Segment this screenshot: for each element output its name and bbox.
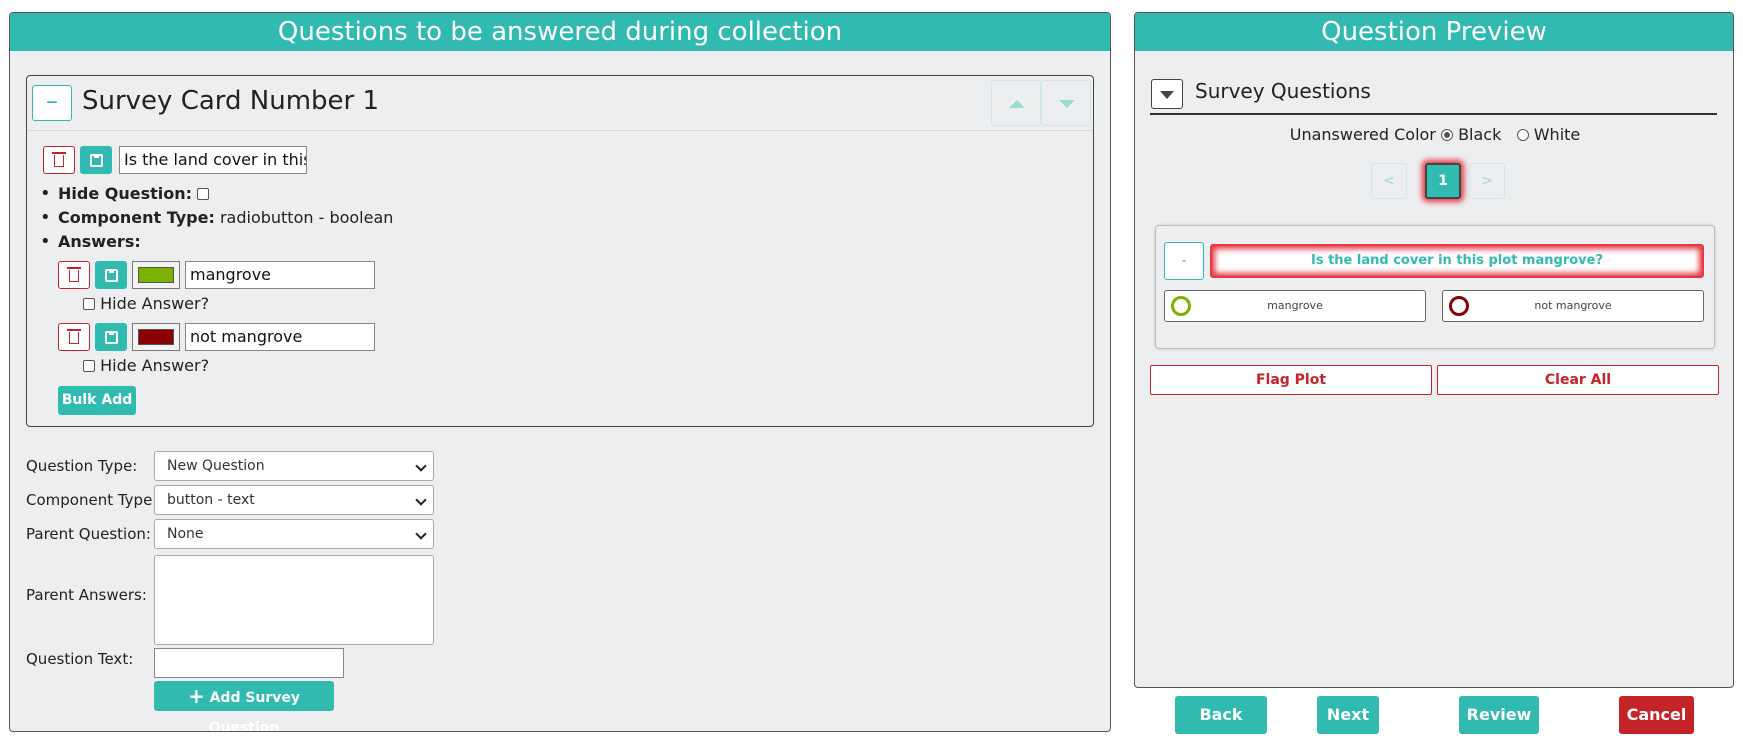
back-button[interactable]: Back — [1175, 696, 1267, 734]
question-type-value: New Question — [167, 458, 265, 474]
bulk-add-button[interactable]: Bulk Add — [58, 386, 136, 415]
answer-color-circle — [1449, 296, 1469, 316]
collapse-card-button[interactable]: – — [32, 85, 72, 121]
arrow-up-icon — [1009, 100, 1025, 108]
color-swatch-fill — [138, 329, 174, 345]
hide-answer-checkbox[interactable] — [83, 298, 95, 310]
survey-card: – Survey Card Number 1 Is the land cover… — [26, 75, 1094, 427]
survey-card-title: Survey Card Number 1 — [82, 86, 380, 116]
save-icon — [105, 269, 118, 282]
arrow-down-icon — [1059, 100, 1075, 108]
questions-panel: Questions to be answered during collecti… — [9, 12, 1111, 732]
parent-answers-label: Parent Answers: — [26, 586, 147, 604]
answer-button-not-mangrove[interactable]: not mangrove — [1442, 290, 1704, 322]
answer-color-picker[interactable] — [132, 323, 180, 351]
question-preview-header: Question Preview — [1135, 13, 1733, 51]
move-card-down-button[interactable] — [1041, 80, 1091, 126]
clear-all-button[interactable]: Clear All — [1437, 365, 1719, 395]
question-preview-card: - Is the land cover in this plot mangrov… — [1155, 225, 1715, 349]
save-question-button[interactable] — [80, 146, 112, 174]
delete-answer-button[interactable] — [58, 323, 90, 351]
trash-icon — [67, 267, 81, 282]
delete-question-button[interactable] — [43, 146, 75, 174]
parent-question-value: None — [167, 526, 204, 542]
unanswered-color-row: Unanswered Color Black White — [1135, 125, 1733, 144]
new-question-text-input[interactable] — [154, 648, 344, 678]
hide-question-row: Hide Question: — [40, 183, 210, 204]
add-survey-question-label: Add Survey Question — [208, 690, 301, 732]
component-type-select-value: button - text — [167, 492, 255, 508]
next-button[interactable]: Next — [1317, 696, 1379, 734]
component-type-value: radiobutton - boolean — [219, 208, 394, 227]
review-button[interactable]: Review — [1459, 696, 1539, 734]
hide-answer-row: Hide Answer? — [83, 356, 209, 375]
hide-answer-label: Hide Answer? — [100, 356, 210, 375]
question-text-form-label: Question Text: — [26, 650, 134, 668]
hide-answer-row: Hide Answer? — [83, 294, 209, 313]
white-radio-label: White — [1533, 125, 1581, 144]
question-text: Is the land cover in this plot mangrove? — [1210, 244, 1704, 278]
plus-icon: + — [187, 684, 205, 708]
black-radio-label: Black — [1458, 125, 1502, 144]
answer-button-label: mangrove — [1267, 299, 1323, 312]
chevron-down-icon — [415, 494, 427, 506]
question-type-select[interactable]: New Question — [154, 451, 434, 481]
questions-panel-header: Questions to be answered during collecti… — [10, 13, 1110, 51]
white-radio[interactable] — [1516, 129, 1529, 141]
parent-question-select[interactable]: None — [154, 519, 434, 549]
answer-color-circle — [1171, 296, 1191, 316]
save-icon — [90, 154, 103, 167]
answer-button-mangrove[interactable]: mangrove — [1164, 290, 1426, 322]
survey-card-header: – Survey Card Number 1 — [27, 76, 1093, 131]
next-question-button[interactable]: > — [1469, 163, 1505, 199]
question-page-1-button[interactable]: 1 — [1425, 163, 1461, 199]
parent-answers-list[interactable] — [154, 555, 434, 645]
component-type-label: Component Type: — [58, 208, 215, 227]
component-type-select[interactable]: button - text — [154, 485, 434, 515]
hide-answer-label: Hide Answer? — [100, 294, 210, 313]
hide-question-checkbox[interactable] — [197, 188, 210, 200]
component-type-row: Component Type: radiobutton - boolean — [40, 207, 394, 228]
add-survey-question-button[interactable]: + Add Survey Question — [154, 681, 334, 731]
delete-answer-button[interactable] — [58, 261, 90, 289]
answer-color-picker[interactable] — [132, 261, 180, 289]
save-answer-button[interactable] — [95, 323, 127, 351]
save-answer-button[interactable] — [95, 261, 127, 289]
cancel-button[interactable]: Cancel — [1619, 696, 1694, 734]
hide-question-label: Hide Question: — [58, 184, 193, 203]
move-card-up-button[interactable] — [991, 80, 1041, 126]
answers-label: Answers: — [58, 232, 141, 251]
question-text-input[interactable]: Is the land cover in this pl — [119, 146, 307, 174]
chevron-down-icon — [415, 528, 427, 540]
divider — [1150, 113, 1717, 115]
prev-question-button[interactable]: < — [1371, 163, 1407, 199]
flag-plot-button[interactable]: Flag Plot — [1150, 365, 1432, 395]
trash-icon — [67, 329, 81, 344]
parent-question-label: Parent Question: — [26, 525, 151, 543]
answers-row: Answers: — [40, 231, 141, 252]
hide-answer-checkbox[interactable] — [83, 360, 95, 372]
question-preview-panel: Question Preview Survey Questions Unansw… — [1134, 12, 1734, 688]
question-type-label: Question Type: — [26, 457, 138, 475]
survey-questions-title: Survey Questions — [1195, 79, 1371, 103]
caret-down-icon — [1160, 91, 1174, 99]
save-icon — [105, 331, 118, 344]
answer-text-input[interactable]: mangrove — [185, 261, 375, 289]
unanswered-color-label: Unanswered Color — [1289, 125, 1436, 144]
answer-button-label: not mangrove — [1534, 299, 1612, 312]
answer-text-input[interactable]: not mangrove — [185, 323, 375, 351]
trash-icon — [52, 152, 66, 167]
collapse-question-button[interactable]: - — [1164, 242, 1204, 280]
component-type-form-label: Component Type: — [26, 491, 158, 509]
color-swatch-fill — [138, 267, 174, 283]
black-radio[interactable] — [1440, 129, 1453, 141]
survey-questions-toggle[interactable] — [1151, 79, 1183, 109]
chevron-down-icon — [415, 460, 427, 472]
